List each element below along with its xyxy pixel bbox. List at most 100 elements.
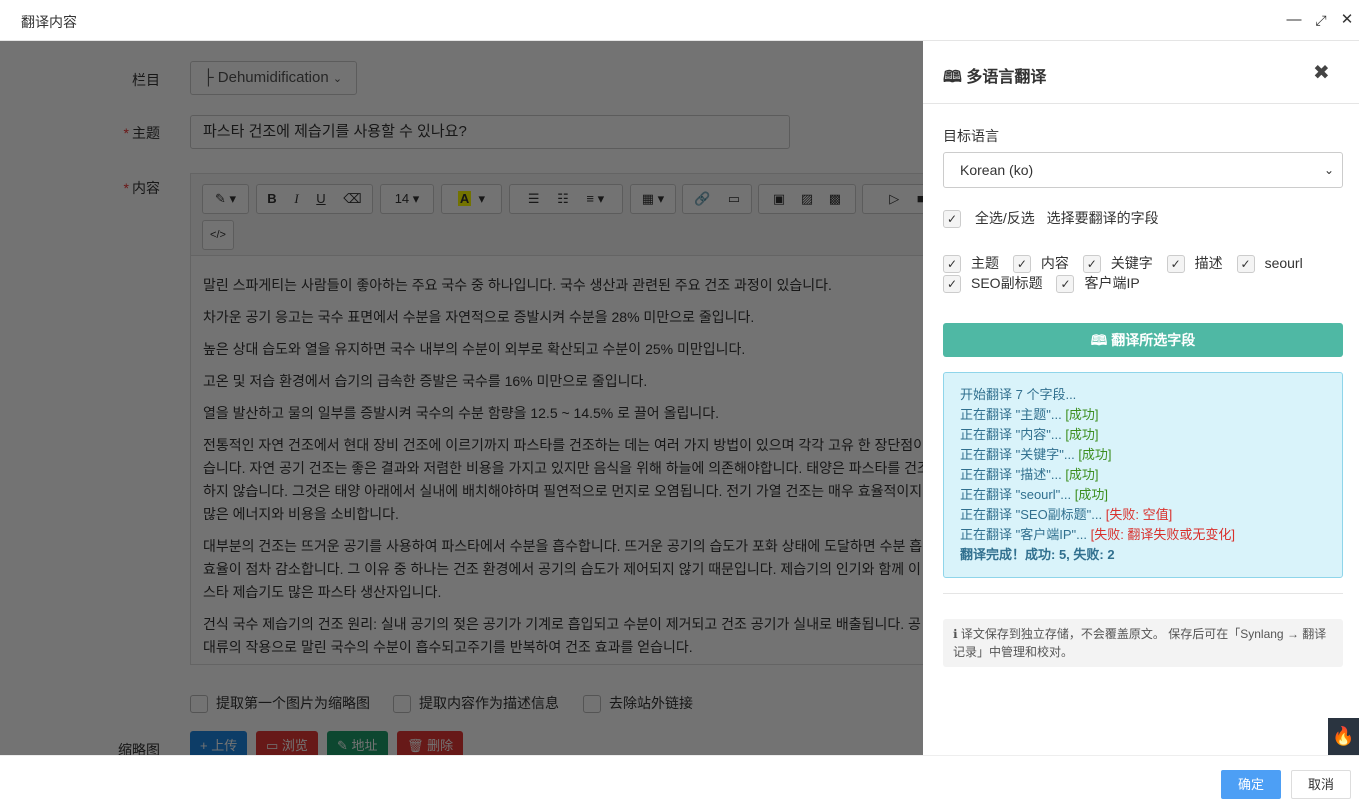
content-label-text: 内容 [132,180,160,196]
format-group: B I U ⌫ [256,184,373,214]
dialog-footer [0,755,1359,808]
checkbox[interactable] [190,695,208,714]
field-seourl[interactable]: ✓ seourl [1236,255,1303,274]
close-icon[interactable]: ✕ [1336,9,1358,31]
magic-wand-icon[interactable]: ✎ ▾ [202,184,249,214]
checkbox[interactable]: ✓ [943,255,961,274]
log-start: 开始翻译 7 个字段... [960,387,1077,402]
font-color-select[interactable]: A ▾ [441,184,502,214]
video-icon[interactable]: ▷ [889,191,899,206]
log-line: 正在翻译 "内容"... [成功] [960,425,1326,445]
translate-icon: 🕮 [1090,332,1108,348]
translation-panel: 🕮 多语言翻译 ✖ 目标语言 Korean (ko) ⌄ ✓ 全选/反选 选择要翻… [923,41,1359,755]
upload-button[interactable]: + 上传 [190,731,248,755]
cancel-button[interactable]: 取消 [1291,770,1351,799]
option-thumbnail[interactable]: 提取第一个图片为缩略图 [190,693,370,714]
checkbox[interactable]: ✓ [1166,255,1185,274]
content-paragraph: 전통적인 자연 건조에서 현대 장비 건조에 이르기까지 파스타를 건조하는 데… [203,437,923,522]
url-label: 地址 [351,738,378,753]
field-label: 主题 [971,255,999,271]
checkbox[interactable]: ✓ [1012,255,1031,274]
log-status: [成功] [1065,407,1099,422]
thumbnail-label: 缩略图 [118,742,160,755]
log-line: 正在翻译 "SEO副标题"... [失败: 空值] [960,505,1326,525]
rich-text-editor[interactable]: ✎ ▾ B I U ⌫ 14 ▾ A ▾ ☰ ☷ ≡ ▾ ▦ ▾ 🔗 ▭ ▣ ▨ [190,173,923,665]
maximize-icon[interactable]: ⤢ [1310,9,1332,31]
select-hint: 选择要翻译的字段 [1046,210,1159,226]
checkbox[interactable]: ✓ [1056,275,1075,294]
folder-icon[interactable]: ▭ [728,191,740,206]
option-label: 提取第一个图片为缩略图 [216,695,370,711]
flame-icon[interactable]: 🔥 [1328,718,1359,755]
option-remove-links[interactable]: 去除站外链接 [583,693,693,714]
field-label: 关键字 [1110,255,1153,271]
content-paragraph: 말린 스파게티는 사람들이 좋아하는 주요 국수 중 하나입니다. 국수 생산과… [203,277,832,293]
select-all-checkbox[interactable]: ✓ [943,210,961,229]
browse-button[interactable]: ▭ 浏览 [256,731,318,755]
subject-input[interactable]: 파스타 건조에 제습기를 사용할 수 있나요? [190,115,790,149]
delete-label: 删除 [427,738,454,753]
log-line: 正在翻译 "关键字"... [成功] [960,445,1326,465]
content-paragraph: 열을 발산하고 물의 일부를 증발시켜 국수의 수분 함량을 12.5 ~ 14… [203,405,719,421]
field-label: SEO副标题 [971,275,1043,291]
eraser-icon[interactable]: ⌫ [343,191,361,206]
field-label: 客户端IP [1084,275,1140,291]
checkbox[interactable] [583,695,601,714]
bold-icon[interactable]: B [267,191,276,206]
picture-icon[interactable]: ▨ [801,191,813,206]
editor-content[interactable]: 말린 스파게티는 사람들이 좋아하는 주요 국수 중 하나입니다. 국수 생산과… [203,274,923,668]
translate-selected-button[interactable]: 🕮 翻译所选字段 [943,323,1343,357]
minimize-icon[interactable]: — [1283,9,1305,31]
field-subject[interactable]: ✓ 主题 [943,253,999,274]
align-icon[interactable]: ≡ ▾ [586,191,604,206]
checkbox[interactable]: ✓ [1236,255,1255,274]
chevron-down-icon: ⌄ [1323,163,1334,177]
required-mark: * [123,125,129,141]
translate-icon: 🕮 [943,69,962,86]
italic-icon[interactable]: I [294,191,298,206]
font-size-select[interactable]: 14 ▾ [380,184,434,214]
log-line: 正在翻译 "seourl"... [成功] [960,485,1326,505]
panel-header: 🕮 多语言翻译 ✖ [923,41,1359,104]
editor-toolbar: ✎ ▾ B I U ⌫ 14 ▾ A ▾ ☰ ☷ ≡ ▾ ▦ ▾ 🔗 ▭ ▣ ▨ [191,174,923,256]
translate-button-label: 翻译所选字段 [1111,332,1196,348]
category-select[interactable]: ├ Dehumidification ⌄ [190,61,357,95]
gallery-icon[interactable]: ▩ [829,191,841,206]
image-icon[interactable]: ▣ [773,191,785,206]
field-content[interactable]: ✓ 内容 [1012,253,1069,274]
dialog-titlebar: 翻译内容 — ⤢ ✕ [0,0,1359,41]
select-all-row: ✓ 全选/反选 选择要翻译的字段 [943,208,1159,229]
info-icon: ℹ [953,627,958,641]
underline-icon[interactable]: U [316,191,325,206]
log-status: [成功] [1065,427,1099,442]
log-text: 正在翻译 "SEO副标题"... [960,507,1103,522]
url-button[interactable]: ✎ 地址 [327,731,388,755]
language-select[interactable]: Korean (ko) ⌄ [943,152,1343,188]
field-client-ip[interactable]: ✓ 客户端IP [1056,273,1140,294]
checkbox[interactable]: ✓ [1082,255,1101,274]
plus-icon: + [200,738,208,753]
checkbox[interactable]: ✓ [943,275,961,294]
panel-close-icon[interactable]: ✖ [1313,60,1330,85]
fields-row-2: ✓ SEO副标题 ✓ 客户端IP [943,273,1150,294]
checkbox[interactable] [393,695,411,714]
code-view-icon[interactable]: </> [202,220,234,250]
table-icon[interactable]: ▦ ▾ [630,184,676,214]
field-seo-subtitle[interactable]: ✓ SEO副标题 [943,273,1043,294]
select-all-label[interactable]: 全选/反选 [975,210,1035,226]
bullet-list-icon[interactable]: ☰ [528,191,540,206]
chevron-down-icon: ⌄ [332,73,343,85]
numbered-list-icon[interactable]: ☷ [557,191,569,206]
field-label: 描述 [1194,255,1223,271]
folder-icon: ▭ [266,738,279,753]
content-paragraph: 높은 상대 습도와 열을 유지하면 국수 내부의 수분이 외부로 확산되고 수분… [203,341,746,357]
option-description[interactable]: 提取内容作为描述信息 [393,693,559,714]
translation-log: 开始翻译 7 个字段... 正在翻译 "主题"... [成功] 正在翻译 "内容… [943,372,1343,578]
log-text: 正在翻译 "内容"... [960,427,1062,442]
confirm-button[interactable]: 确定 [1221,770,1281,799]
delete-button[interactable]: 🗑 删除 [397,731,464,755]
link-icon[interactable]: 🔗 [694,191,710,206]
field-keywords[interactable]: ✓ 关键字 [1082,253,1153,274]
field-description[interactable]: ✓ 描述 [1166,253,1223,274]
image-group: ▣ ▨ ▩ [758,184,856,214]
